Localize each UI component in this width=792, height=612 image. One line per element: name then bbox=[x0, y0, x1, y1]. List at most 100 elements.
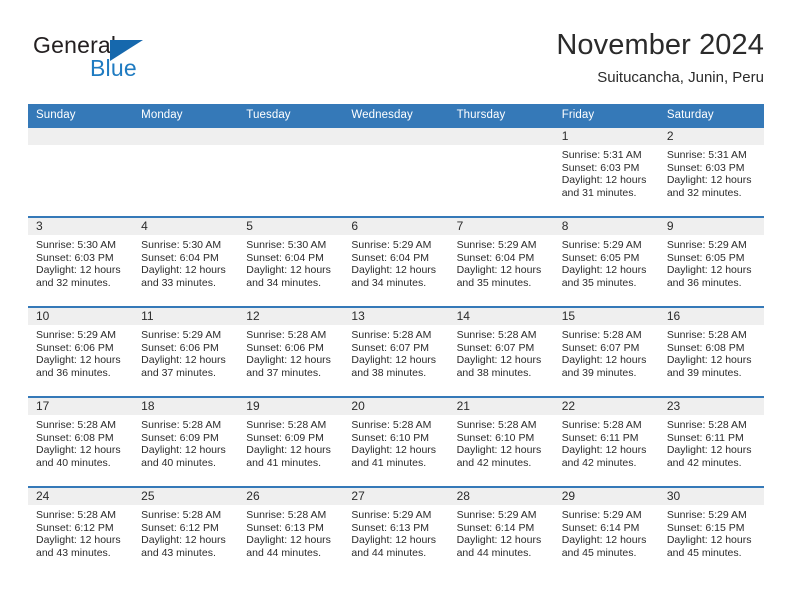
day-number: 5 bbox=[238, 218, 344, 235]
weekday-header-thursday: Thursday bbox=[448, 104, 554, 127]
day-sun-info: Sunrise: 5:30 AM Sunset: 6:04 PM Daylight:… bbox=[238, 235, 343, 289]
daylight-text-line2: and 32 minutes. bbox=[666, 186, 742, 199]
day-sun-info: Sunrise: 5:28 AM Sunset: 6:12 PM Daylight:… bbox=[133, 505, 238, 559]
calendar-day-cell[interactable]: 29 Sunrise: 5:29 AM Sunset: 6:14 PM Dayligh… bbox=[553, 486, 659, 576]
day-number: 17 bbox=[28, 398, 134, 415]
calendar-day-cell[interactable]: 1 Sunrise: 5:31 AM Sunset: 6:03 PM Daylight… bbox=[553, 126, 659, 217]
sunset-text: Sunset: 6:03 PM bbox=[666, 161, 745, 174]
weekday-header-monday: Monday bbox=[133, 104, 239, 127]
day-number: 15 bbox=[553, 308, 659, 325]
weekday-header-saturday: Saturday bbox=[658, 104, 764, 127]
day-sun-info: Sunrise: 5:28 AM Sunset: 6:06 PM Daylight:… bbox=[238, 325, 343, 379]
sunset-text: Sunset: 6:07 PM bbox=[351, 341, 430, 354]
sunset-text: Sunset: 6:13 PM bbox=[351, 521, 430, 534]
calendar-day-cell-empty bbox=[343, 126, 449, 217]
sunrise-text: Sunrise: 5:29 AM bbox=[666, 239, 747, 251]
calendar-day-cell[interactable]: 30 Sunrise: 5:29 AM Sunset: 6:15 PM Dayligh… bbox=[658, 486, 764, 576]
sunset-text: Sunset: 6:06 PM bbox=[36, 341, 114, 354]
calendar-day-cell[interactable]: 4 Sunrise: 5:30 AM Sunset: 6:04 PM Daylight… bbox=[133, 216, 239, 307]
daylight-text-line1: Daylight: 12 hours bbox=[36, 444, 121, 457]
day-sun-info: Sunrise: 5:29 AM Sunset: 6:05 PM Daylight:… bbox=[554, 235, 659, 289]
logo-text-blue: Blue bbox=[90, 55, 137, 81]
page-header: General Blue November 2024 Suitucancha, … bbox=[28, 28, 764, 94]
calendar-day-cell[interactable]: 14 Sunrise: 5:28 AM Sunset: 6:07 PM Dayligh… bbox=[448, 306, 554, 397]
calendar-day-cell[interactable]: 16 Sunrise: 5:28 AM Sunset: 6:08 PM Dayligh… bbox=[658, 306, 764, 397]
sunset-text: Sunset: 6:15 PM bbox=[666, 521, 745, 534]
sunrise-text: Sunrise: 5:28 AM bbox=[456, 419, 537, 431]
calendar-day-cell[interactable]: 18 Sunrise: 5:28 AM Sunset: 6:09 PM Dayligh… bbox=[133, 396, 239, 487]
daylight-text-line1: Daylight: 12 hours bbox=[561, 174, 647, 187]
sunset-text: Sunset: 6:11 PM bbox=[666, 431, 744, 444]
daylight-text-line2: and 33 minutes. bbox=[141, 276, 216, 289]
sunrise-text: Sunrise: 5:31 AM bbox=[561, 149, 642, 161]
calendar-day-cell[interactable]: 23 Sunrise: 5:28 AM Sunset: 6:11 PM Dayligh… bbox=[658, 396, 764, 487]
calendar-day-cell[interactable]: 28 Sunrise: 5:29 AM Sunset: 6:14 PM Dayligh… bbox=[448, 486, 554, 576]
calendar-day-cell[interactable]: 25 Sunrise: 5:28 AM Sunset: 6:12 PM Dayligh… bbox=[133, 486, 239, 576]
daylight-text-line1: Daylight: 12 hours bbox=[141, 354, 226, 367]
calendar-day-cell[interactable]: 6 Sunrise: 5:29 AM Sunset: 6:04 PM Daylight… bbox=[343, 216, 449, 307]
day-number: 24 bbox=[28, 488, 134, 505]
sunrise-text: Sunrise: 5:28 AM bbox=[561, 329, 642, 341]
calendar-day-cell[interactable]: 17 Sunrise: 5:28 AM Sunset: 6:08 PM Dayligh… bbox=[28, 396, 134, 487]
day-number: 3 bbox=[28, 218, 134, 235]
daylight-text-line2: and 44 minutes. bbox=[456, 546, 532, 559]
calendar-day-cell[interactable]: 26 Sunrise: 5:28 AM Sunset: 6:13 PM Dayligh… bbox=[238, 486, 344, 576]
sunset-text: Sunset: 6:07 PM bbox=[456, 341, 535, 354]
daylight-text-line1: Daylight: 12 hours bbox=[456, 444, 542, 457]
calendar-day-cell[interactable]: 8 Sunrise: 5:29 AM Sunset: 6:05 PM Daylight… bbox=[553, 216, 659, 307]
sunset-text: Sunset: 6:03 PM bbox=[36, 251, 114, 264]
sunset-text: Sunset: 6:04 PM bbox=[246, 251, 324, 264]
weekday-header-tuesday: Tuesday bbox=[238, 104, 344, 127]
calendar-day-cell[interactable]: 20 Sunrise: 5:28 AM Sunset: 6:10 PM Dayligh… bbox=[343, 396, 449, 487]
calendar-week-row: 1 Sunrise: 5:31 AM Sunset: 6:03 PM Daylight… bbox=[28, 126, 764, 217]
day-number: 1 bbox=[553, 128, 659, 145]
sunrise-text: Sunrise: 5:28 AM bbox=[561, 419, 642, 431]
daylight-text-line1: Daylight: 12 hours bbox=[141, 534, 226, 547]
calendar-week-row: 3 Sunrise: 5:30 AM Sunset: 6:03 PM Daylight… bbox=[28, 216, 764, 307]
calendar-day-cell[interactable]: 9 Sunrise: 5:29 AM Sunset: 6:05 PM Daylight… bbox=[658, 216, 764, 307]
calendar-day-cell[interactable]: 19 Sunrise: 5:28 AM Sunset: 6:09 PM Dayligh… bbox=[238, 396, 344, 487]
title-block: November 2024 Suitucancha, Junin, Peru bbox=[556, 28, 764, 88]
calendar-day-cell[interactable]: 21 Sunrise: 5:28 AM Sunset: 6:10 PM Dayligh… bbox=[448, 396, 554, 487]
daylight-text-line2: and 42 minutes. bbox=[666, 456, 742, 469]
calendar-day-cell[interactable]: 11 Sunrise: 5:29 AM Sunset: 6:06 PM Dayligh… bbox=[133, 306, 239, 397]
day-number: 7 bbox=[448, 218, 554, 235]
daylight-text-line2: and 41 minutes. bbox=[246, 456, 321, 469]
sunrise-text: Sunrise: 5:30 AM bbox=[36, 239, 116, 251]
sunrise-text: Sunrise: 5:28 AM bbox=[666, 329, 747, 341]
calendar-week-row: 10 Sunrise: 5:29 AM Sunset: 6:06 PM Dayligh… bbox=[28, 306, 764, 397]
calendar-day-cell[interactable]: 15 Sunrise: 5:28 AM Sunset: 6:07 PM Dayligh… bbox=[553, 306, 659, 397]
day-number bbox=[28, 128, 134, 145]
day-sun-info: Sunrise: 5:28 AM Sunset: 6:09 PM Daylight:… bbox=[238, 415, 343, 469]
daylight-text-line2: and 35 minutes. bbox=[561, 276, 637, 289]
daylight-text-line1: Daylight: 12 hours bbox=[246, 354, 331, 367]
daylight-text-line1: Daylight: 12 hours bbox=[561, 444, 647, 457]
day-sun-info: Sunrise: 5:28 AM Sunset: 6:07 PM Daylight:… bbox=[554, 325, 659, 379]
sunset-text: Sunset: 6:10 PM bbox=[351, 431, 430, 444]
calendar-day-cell[interactable]: 12 Sunrise: 5:28 AM Sunset: 6:06 PM Dayligh… bbox=[238, 306, 344, 397]
day-number: 2 bbox=[658, 128, 764, 145]
day-number: 18 bbox=[133, 398, 239, 415]
calendar-day-cell[interactable]: 10 Sunrise: 5:29 AM Sunset: 6:06 PM Dayligh… bbox=[28, 306, 134, 397]
daylight-text-line1: Daylight: 12 hours bbox=[36, 264, 121, 277]
day-number: 12 bbox=[238, 308, 344, 325]
calendar-day-cell[interactable]: 27 Sunrise: 5:29 AM Sunset: 6:13 PM Dayligh… bbox=[343, 486, 449, 576]
calendar-day-cell[interactable]: 3 Sunrise: 5:30 AM Sunset: 6:03 PM Daylight… bbox=[28, 216, 134, 307]
sunset-text: Sunset: 6:11 PM bbox=[561, 431, 639, 444]
daylight-text-line2: and 37 minutes. bbox=[141, 366, 216, 379]
daylight-text-line1: Daylight: 12 hours bbox=[36, 354, 121, 367]
sunset-text: Sunset: 6:04 PM bbox=[351, 251, 430, 264]
calendar-day-cell[interactable]: 5 Sunrise: 5:30 AM Sunset: 6:04 PM Daylight… bbox=[238, 216, 344, 307]
day-sun-info: Sunrise: 5:28 AM Sunset: 6:07 PM Daylight:… bbox=[449, 325, 554, 379]
day-sun-info: Sunrise: 5:29 AM Sunset: 6:13 PM Daylight:… bbox=[343, 505, 448, 559]
calendar-day-cell[interactable]: 22 Sunrise: 5:28 AM Sunset: 6:11 PM Dayligh… bbox=[553, 396, 659, 487]
sunset-text: Sunset: 6:14 PM bbox=[561, 521, 640, 534]
day-number bbox=[238, 128, 344, 145]
general-blue-logo[interactable]: General Blue bbox=[33, 32, 213, 90]
day-number: 22 bbox=[553, 398, 659, 415]
calendar-day-cell[interactable]: 24 Sunrise: 5:28 AM Sunset: 6:12 PM Dayligh… bbox=[28, 486, 134, 576]
calendar-day-cell[interactable]: 7 Sunrise: 5:29 AM Sunset: 6:04 PM Daylight… bbox=[448, 216, 554, 307]
calendar-day-cell[interactable]: 2 Sunrise: 5:31 AM Sunset: 6:03 PM Daylight… bbox=[658, 126, 764, 217]
day-number: 16 bbox=[658, 308, 764, 325]
calendar-day-cell[interactable]: 13 Sunrise: 5:28 AM Sunset: 6:07 PM Dayligh… bbox=[343, 306, 449, 397]
